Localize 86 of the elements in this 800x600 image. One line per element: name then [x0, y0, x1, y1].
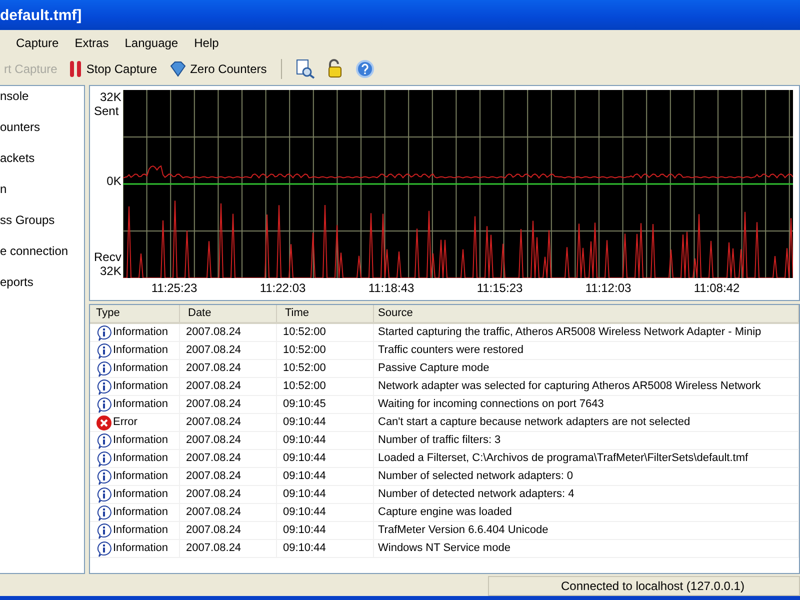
table-cell: 09:10:44	[277, 540, 374, 557]
table-cell: 09:10:44	[277, 522, 374, 539]
table-cell: Number of selected network adapters: 0	[374, 468, 799, 485]
toolbar-button[interactable]: Stop Capture	[65, 58, 162, 80]
table-cell: 10:52:00	[277, 360, 374, 377]
table-cell: Number of traffic filters: 3	[374, 432, 799, 449]
time-label: 11:18:43	[368, 280, 416, 297]
toolbar-button[interactable]: Zero Counters	[165, 58, 271, 80]
time-label: 11:25:23	[151, 280, 198, 297]
navigation-item[interactable]: eports	[0, 274, 84, 291]
axis-label: 0K	[106, 174, 122, 188]
table-cell: Waiting for incoming connections on port 7643	[374, 396, 799, 413]
time-label: 11:22:03	[260, 280, 307, 297]
column-header[interactable]: Type	[90, 305, 180, 322]
table-cell: 2007.08.24	[180, 324, 277, 341]
table-cell: Number of detected network adapters: 4	[374, 486, 799, 503]
table-cell: 09:10:44	[277, 504, 374, 521]
table-cell: Started capturing the traffic, Atheros AR5008 Wireless Network Adapter - Minip	[374, 324, 799, 341]
table-cell: Loaded a Filterset, C:\Archivos de programa\TrafMeter\FilterSets\default.tmf	[374, 450, 799, 467]
table-cell: 10:52:00	[277, 342, 374, 359]
time-label: 11:12:03	[585, 280, 632, 297]
table-cell: 09:10:44	[277, 468, 374, 485]
table-cell: 2007.08.24	[180, 378, 277, 395]
axis-label: 32K	[100, 264, 122, 278]
table-cell: Can't start a capture because network adapters are not selected	[374, 414, 799, 431]
table-cell-text: Information	[113, 541, 168, 556]
table-cell: 2007.08.24	[180, 360, 277, 377]
axis-label: Recv	[93, 250, 122, 264]
column-header[interactable]: Date	[180, 305, 277, 322]
table-cell: Traffic counters were restored	[374, 342, 799, 359]
column-header[interactable]: Source	[374, 305, 799, 322]
table-cell: Windows NT Service mode	[374, 540, 799, 557]
table-cell-text: Error	[113, 415, 138, 430]
navigation-item[interactable]: e connection	[0, 243, 84, 260]
table-cell-text: Information	[113, 397, 168, 412]
table-cell: 2007.08.24	[180, 342, 277, 359]
table-cell: 2007.08.24	[180, 540, 277, 557]
table-cell-text: Information	[113, 487, 168, 502]
help-icon[interactable]	[354, 59, 375, 79]
table-cell-text: Information	[113, 343, 168, 358]
table-cell-text: Information	[113, 523, 168, 538]
table-cell-text: Information	[113, 505, 168, 520]
table-cell: Network adapter was selected for capturing Atheros AR5008 Wireless Network	[374, 378, 799, 395]
table-cell: 2007.08.24	[180, 396, 277, 413]
table-cell: TrafMeter Version 6.6.404 Unicode	[374, 522, 799, 539]
table-cell: 2007.08.24	[180, 450, 277, 467]
table-cell: 2007.08.24	[180, 468, 277, 485]
table-cell: 09:10:44	[277, 432, 374, 449]
table-cell: 2007.08.24	[180, 414, 277, 431]
table-cell: 09:10:45	[277, 396, 374, 413]
navigation-item[interactable]: ackets	[0, 150, 84, 167]
table-cell-text: Information	[113, 379, 168, 394]
column-header[interactable]: Time	[277, 305, 374, 322]
menu-item[interactable]: Capture	[8, 34, 67, 52]
table-cell: 2007.08.24	[180, 486, 277, 503]
table-cell: 09:10:44	[277, 486, 374, 503]
navigation-item[interactable]: ounters	[0, 119, 84, 136]
table-cell-text: Information	[113, 433, 168, 448]
table-cell: 2007.08.24	[180, 522, 277, 539]
navigation-item[interactable]: ss Groups	[0, 212, 84, 229]
table-cell: 09:10:44	[277, 414, 374, 431]
table-cell: 10:52:00	[277, 378, 374, 395]
table-cell: Passive Capture mode	[374, 360, 799, 377]
table-cell: 2007.08.24	[180, 432, 277, 449]
menu-item[interactable]: Help	[186, 34, 227, 52]
menu-item[interactable]: Extras	[66, 34, 117, 52]
window-title: default.tmf]	[0, 6, 82, 24]
time-label: 11:15:23	[476, 280, 524, 297]
table-cell-text: Information	[113, 451, 168, 466]
time-label: 11:08:42	[694, 280, 741, 297]
table-cell-text: Information	[113, 469, 168, 484]
diamond-icon	[169, 60, 188, 78]
menu-item[interactable]: Language	[116, 34, 186, 52]
table-cell: 10:52:00	[277, 324, 374, 341]
table-cell: 2007.08.24	[180, 504, 277, 521]
status-text: Connected to localhost (127.0.0.1)	[488, 576, 800, 596]
table-cell-text: Information	[113, 361, 168, 376]
navigation-item[interactable]: nsole	[0, 88, 84, 105]
pause-icon	[69, 60, 84, 78]
search-icon[interactable]	[294, 59, 315, 79]
table-cell-text: Information	[113, 325, 168, 340]
navigation-item[interactable]: n	[0, 181, 84, 198]
table-cell: 09:10:44	[277, 450, 374, 467]
table-cell: Capture engine was loaded	[374, 504, 799, 521]
axis-label: Sent	[93, 104, 119, 118]
axis-label: 32K	[100, 90, 122, 104]
